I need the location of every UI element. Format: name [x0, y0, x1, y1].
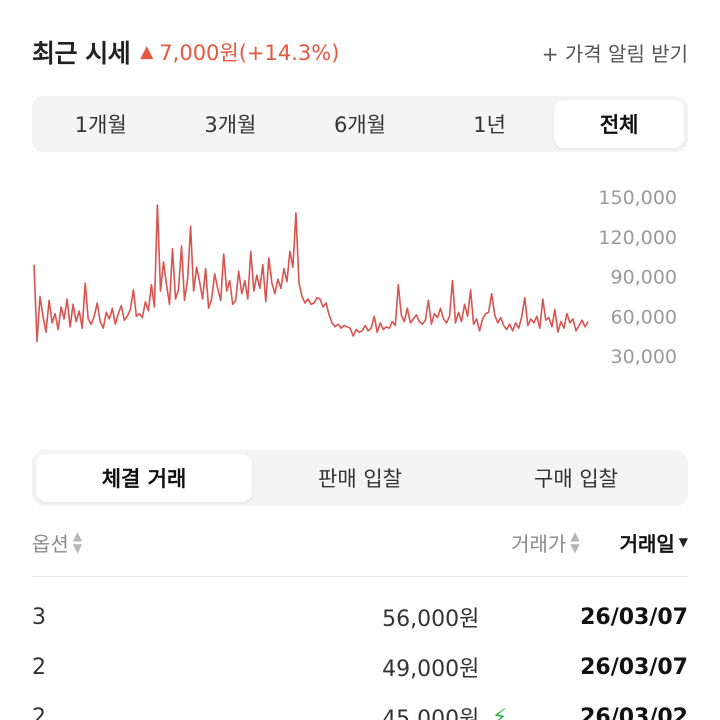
row-option: 2	[32, 654, 46, 680]
row-date: 26/03/02	[580, 704, 688, 720]
trade-tabs: 체결 거래 판매 입찰 구매 입찰	[32, 450, 688, 506]
y-tick-label: 120,000	[598, 227, 677, 249]
row-option: 2	[32, 704, 46, 720]
row-price: 45,000원	[382, 707, 480, 720]
column-option[interactable]: 옵션 ▲ ▼	[32, 528, 82, 557]
tab-completed-trades[interactable]: 체결 거래	[36, 454, 252, 502]
tab-3-months[interactable]: 3개월	[166, 100, 296, 148]
column-option-label: 옵션	[32, 531, 69, 556]
tab-buy-bids[interactable]: 구매 입찰	[468, 454, 684, 502]
tab-1-year[interactable]: 1년	[425, 100, 555, 148]
price-alert-button[interactable]: + 가격 알림 받기	[542, 38, 688, 67]
y-tick-label: 90,000	[611, 267, 677, 289]
column-price-label: 거래가	[511, 531, 567, 556]
triangle-up-icon: ▲	[140, 42, 154, 62]
tab-6-months[interactable]: 6개월	[295, 100, 425, 148]
y-tick-label: 150,000	[598, 187, 677, 209]
price-series-line	[33, 204, 589, 343]
period-tabs: 1개월 3개월 6개월 1년 전체	[32, 96, 688, 152]
column-price[interactable]: 거래가 ▲ ▼	[511, 528, 579, 557]
table-row: 2 45,000원 ⚡ 26/03/02	[32, 692, 688, 720]
row-option: 3	[32, 604, 46, 630]
price-change-text: 7,000원(+14.3%)	[159, 41, 340, 65]
price-chart-svg: 150,000 120,000 90,000 60,000 30,000	[33, 187, 677, 368]
y-tick-label: 30,000	[611, 346, 677, 368]
price-header: 최근 시세 ▲ 7,000원(+14.3%) + 가격 알림 받기	[32, 30, 688, 74]
tab-all[interactable]: 전체	[554, 100, 684, 148]
row-price: 56,000원	[382, 607, 480, 632]
trade-list: 3 56,000원 26/03/07 2 49,000원 26/03/07 2 …	[32, 592, 688, 720]
table-row: 3 56,000원 26/03/07	[32, 592, 688, 642]
table-header: 옵션 ▲ ▼ 거래가 ▲ ▼ 거래일 ▼	[32, 522, 688, 562]
row-date: 26/03/07	[580, 654, 688, 680]
section-title: 최근 시세	[32, 39, 131, 68]
row-price-cell: 49,000원	[222, 651, 507, 683]
column-date[interactable]: 거래일 ▼	[620, 528, 688, 557]
table-row: 2 49,000원 26/03/07	[32, 642, 688, 692]
row-price-cell: 56,000원	[222, 601, 507, 633]
lightning-icon: ⚡	[491, 704, 508, 720]
column-date-label: 거래일	[619, 531, 675, 556]
row-price-cell: 45,000원 ⚡	[222, 701, 507, 720]
price-change: ▲ 7,000원(+14.3%)	[140, 37, 339, 67]
divider	[32, 576, 688, 577]
tab-sell-bids[interactable]: 판매 입찰	[252, 454, 468, 502]
row-price: 49,000원	[382, 657, 480, 682]
price-chart[interactable]: 150,000 120,000 90,000 60,000 30,000	[0, 170, 720, 400]
row-date: 26/03/07	[580, 604, 688, 630]
sort-desc-icon: ▼	[678, 535, 688, 549]
sort-icon: ▲ ▼	[72, 529, 83, 555]
sort-icon: ▲ ▼	[570, 529, 580, 555]
y-tick-label: 60,000	[611, 306, 677, 328]
tab-1-month[interactable]: 1개월	[36, 100, 166, 148]
